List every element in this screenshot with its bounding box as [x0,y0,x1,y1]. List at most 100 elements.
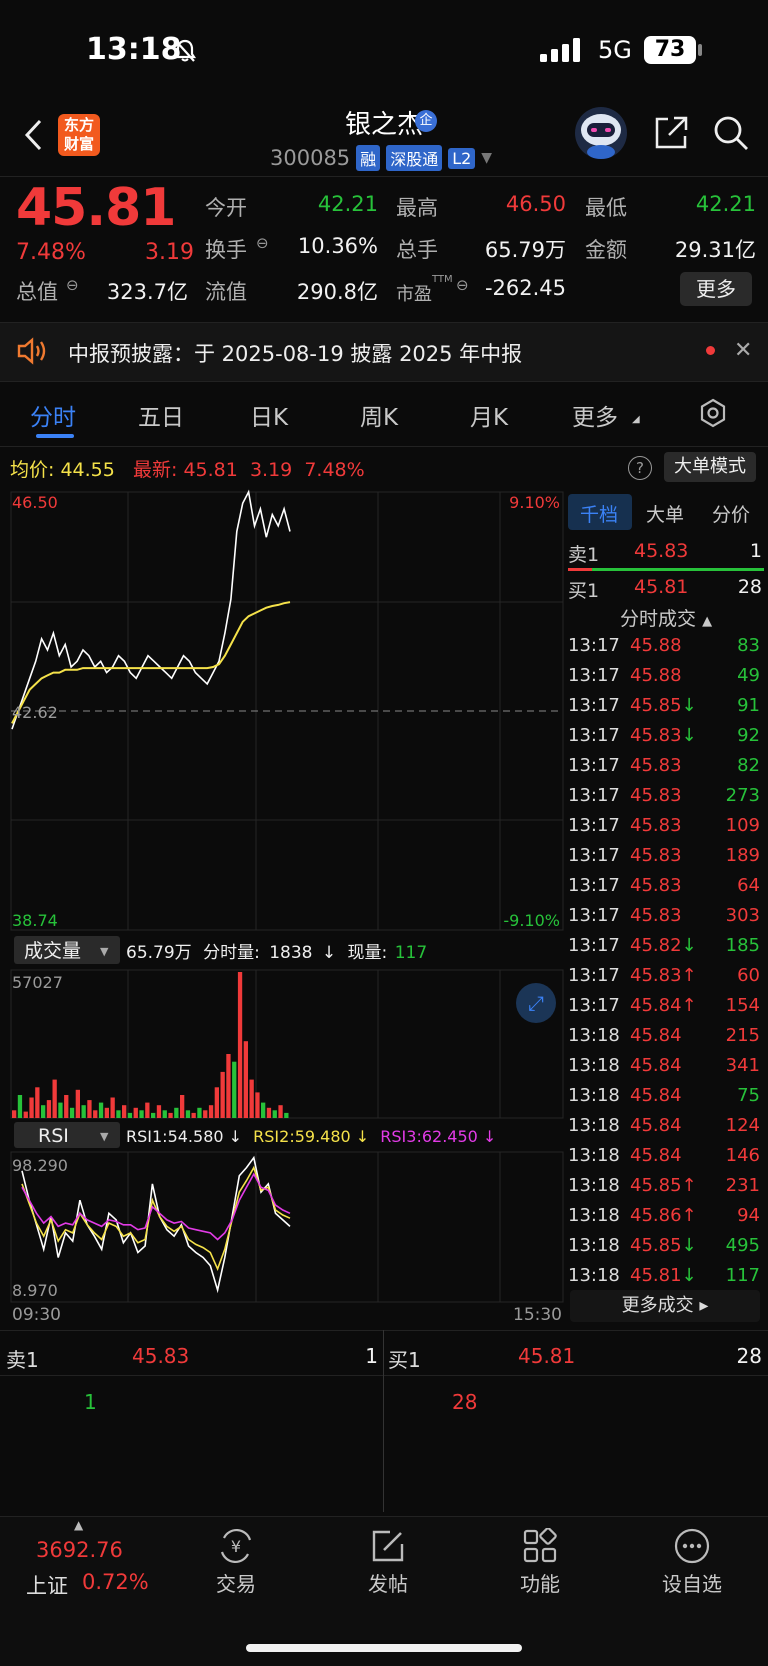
trade-arrow: ↓ [681,725,697,746]
side-tab-levels[interactable]: 千档 [580,500,618,527]
post-edit-icon[interactable] [370,1528,406,1564]
volume-bar [278,1105,283,1118]
trade-arrow: ↓ [681,695,697,716]
info-icon[interactable]: ⊖ [456,276,469,294]
trade-time: 13:17 [568,815,620,836]
speaker-icon [17,337,46,365]
volume-bar [64,1095,69,1118]
volume-bar [110,1097,115,1118]
settings-gear-icon[interactable] [698,398,728,428]
trade-price: 45.86↑ [630,1205,697,1226]
trade-volume: 215 [725,1025,760,1046]
trade-price: 45.83 [630,905,682,926]
trade-row: 13:18 45.84 124 [566,1112,762,1140]
trade-time: 13:17 [568,725,620,746]
intraday-charts[interactable]: 46.50 42.62 38.74 9.10% -9.10% 成交量 ▼ 65.… [0,488,566,1324]
trade-volume: 91 [737,695,760,716]
info-icon[interactable]: ⊖ [66,276,79,294]
turnover-value: 10.36% [297,234,378,258]
y-axis-low: 38.74 [12,911,58,930]
tab-monthly-k[interactable]: 月K [470,398,508,432]
search-icon[interactable] [712,114,750,152]
nav-post[interactable]: 发帖 [338,1568,438,1597]
bell-muted-icon [173,39,197,62]
trade-arrow: ↑ [681,1205,697,1226]
index-name[interactable]: 上证 [26,1570,68,1600]
trade-row: 13:17 45.88 83 [566,632,762,660]
trade-price: 45.83 [630,785,682,806]
volume-bar [174,1107,179,1118]
book-sell1-label: 卖1 [6,1348,39,1372]
tab-weekly-k[interactable]: 周K [360,398,398,432]
book-buy1-label: 买1 [388,1348,421,1372]
divider [0,176,768,177]
stock-code: 300085 [270,146,351,170]
rsi-label: RSI [38,1125,69,1147]
volume-bar [180,1095,185,1118]
trade-volume: 124 [725,1115,760,1136]
nav-functions[interactable]: 功能 [490,1568,590,1597]
nav-watchlist[interactable]: 设自选 [642,1568,742,1597]
more-dots-icon[interactable] [674,1528,710,1564]
close-icon[interactable]: ✕ [734,338,752,363]
volume-bar [122,1105,127,1118]
volume-bar [255,1092,260,1118]
tab-daily-k[interactable]: 日K [250,398,288,432]
trade-volume: 49 [737,665,760,686]
change-amount: 3.19 [145,240,194,265]
volume-label: 总手 [396,238,438,262]
more-trades-button[interactable]: 更多成交 ▸ [570,1290,760,1322]
volume-bar [104,1107,109,1118]
volume-bar [249,1079,254,1118]
index-pct[interactable]: 0.72% [82,1570,149,1594]
tab-5day[interactable]: 五日 [138,398,184,432]
volume-bar [272,1110,277,1118]
volume-bar [93,1110,98,1118]
stock-code-row[interactable]: 300085 融 深股通 L2 ▼ [270,145,492,171]
trade-price: 45.88 [630,635,682,656]
functions-grid-icon[interactable] [522,1528,558,1564]
latest-price: 45.81 [183,459,238,481]
bid-ask-bar [568,568,764,571]
side-tab-price-dist[interactable]: 分价 [712,500,750,527]
trade-volume: 64 [737,875,760,896]
enterprise-badge: 企 [415,110,437,132]
network-label: 5G [598,36,632,64]
trade-price: 45.82↓ [630,935,697,956]
volume-bar [243,1041,248,1118]
nav-trade[interactable]: 交易 [186,1568,286,1597]
status-time: 13:18 [86,32,182,67]
share-icon[interactable] [652,114,690,152]
info-icon[interactable]: ⊖ [256,234,269,252]
trade-row: 13:17 45.83 109 [566,812,762,840]
trades-title[interactable]: 分时成交 ▲ [620,604,712,631]
volume-value: 65.79万 [484,238,566,262]
volume-bar [214,1087,219,1118]
time-end: 15:30 [513,1305,562,1324]
trade-row: 13:18 45.84 341 [566,1052,762,1080]
trade-volume: 189 [725,845,760,866]
tab-intraday[interactable]: 分时 [30,398,76,432]
book-buy-sub: 28 [452,1390,478,1414]
index-value[interactable]: 3692.76 [36,1538,123,1562]
trade-yuan-icon[interactable]: ¥ [216,1528,256,1564]
divider [383,1330,384,1512]
trade-row: 13:17 45.83 189 [566,842,762,870]
side-tab-bigorder[interactable]: 大单 [646,500,684,527]
volume-bar [226,1054,231,1118]
trade-price: 45.84 [630,1145,682,1166]
big-order-mode-button[interactable]: 大单模式 [664,452,756,482]
trade-row: 13:18 45.84 75 [566,1082,762,1110]
notice-text: 中报预披露：于 2025-08-19 披露 2025 年中报 [68,342,523,366]
trade-price: 45.83 [630,845,682,866]
more-button[interactable]: 更多 [680,272,752,306]
volume-bar [220,1071,225,1118]
book-sell-sub: 1 [84,1390,97,1414]
trade-row: 13:18 45.85↓ 495 [566,1232,762,1260]
robot-assistant-icon[interactable] [574,106,628,160]
y-axis-high: 46.50 [12,493,58,512]
volume-bar [41,1105,46,1118]
tab-more[interactable]: 更多 [572,398,618,432]
help-icon[interactable]: ? [628,456,652,480]
home-indicator[interactable] [246,1644,522,1652]
